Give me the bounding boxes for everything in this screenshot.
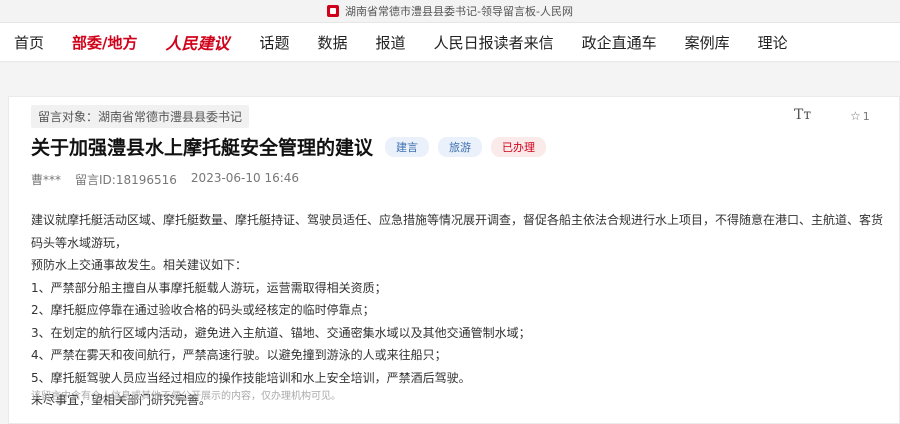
star-icon: ☆ <box>850 109 861 123</box>
body-paragraph: 2、摩托艇应停靠在通过验收合格的码头或经核定的临时停靠点； <box>31 303 375 317</box>
message-body: 建议就摩托艇活动区域、摩托艇数量、摩托艇持证、驾驶员适任、应急措施等情况展开调查… <box>31 209 891 412</box>
message-card: 留言对象：湖南省常德市澧县县委书记 Tт ☆ 1 关于加强澧县水上摩托艇安全管理… <box>8 96 900 424</box>
tag-tourism: 旅游 <box>438 136 483 157</box>
font-size-icon[interactable]: Tт <box>794 107 811 123</box>
body-paragraph: 1、严禁部分船主擅自从事摩托艇载人游玩，运营需取得相关资质； <box>31 280 387 295</box>
favorite-count: 1 <box>862 109 870 123</box>
tag-suggestion: 建言 <box>385 136 430 157</box>
nav-item-case-library[interactable]: 案例库 <box>685 32 730 53</box>
body-paragraph: 3、在划定的航行区域内活动，避免进入主航道、锚地、交通密集水域以及其他交通管制水… <box>31 325 531 340</box>
message-meta: 曹*** 留言ID:18196516 2023-06-10 16:46 <box>31 171 313 188</box>
author-name: 曹*** <box>31 173 62 187</box>
nav-item-people-suggestion-logo[interactable]: 人民建议 <box>166 30 230 54</box>
nav-item-topics[interactable]: 话题 <box>260 32 290 53</box>
nav-item-reports[interactable]: 报道 <box>376 32 406 53</box>
body-paragraph: 4、严禁在雾天和夜间航行，严禁高速行驶。以避免撞到游泳的人或来往船只； <box>31 348 447 362</box>
browser-tab[interactable]: 湖南省常德市澧县县委书记-领导留言板-人民网 <box>0 0 900 23</box>
nav-item-theory[interactable]: 理论 <box>758 32 788 53</box>
body-paragraph: 建议就摩托艇活动区域、摩托艇数量、摩托艇持证、驾驶员适任、应急措施等情况展开调查… <box>31 213 884 250</box>
message-title: 关于加强澧县水上摩托艇安全管理的建议 <box>31 137 374 159</box>
title-row: 关于加强澧县水上摩托艇安全管理的建议 建言 旅游 已办理 <box>31 133 555 160</box>
message-target: 留言对象：湖南省常德市澧县县委书记 <box>31 105 250 128</box>
nav-item-reader-letters[interactable]: 人民日报读者来信 <box>434 32 554 53</box>
nav-item-gov-business[interactable]: 政企直通车 <box>582 32 657 53</box>
nav-item-home[interactable]: 首页 <box>14 32 44 53</box>
favorite-button[interactable]: ☆ 1 <box>850 109 870 123</box>
body-paragraph: 5、摩托艇驾驶人员应当经过相应的操作技能培训和水上安全培训，严禁酒后驾驶。 <box>31 370 471 385</box>
message-id: 留言ID:18196516 <box>75 173 177 187</box>
nav-item-ministries-local[interactable]: 部委/地方 <box>72 32 137 53</box>
nav-item-data[interactable]: 数据 <box>318 32 348 53</box>
browser-tab-title: 湖南省常德市澧县县委书记-领导留言板-人民网 <box>345 5 573 18</box>
body-paragraph: 预防水上交通事故发生。相关建议如下： <box>31 258 248 272</box>
message-datetime: 2023-06-10 16:46 <box>190 171 300 185</box>
main-nav: 首页 部委/地方 人民建议 话题 数据 报道 人民日报读者来信 政企直通车 案例… <box>0 23 900 61</box>
status-badge: 已办理 <box>491 136 547 157</box>
people-daily-favicon-icon <box>327 5 340 17</box>
privacy-disclaimer: 该留言中含有个人信息或其他不便公开展示的内容，仅办理机构可见。 <box>31 391 341 402</box>
